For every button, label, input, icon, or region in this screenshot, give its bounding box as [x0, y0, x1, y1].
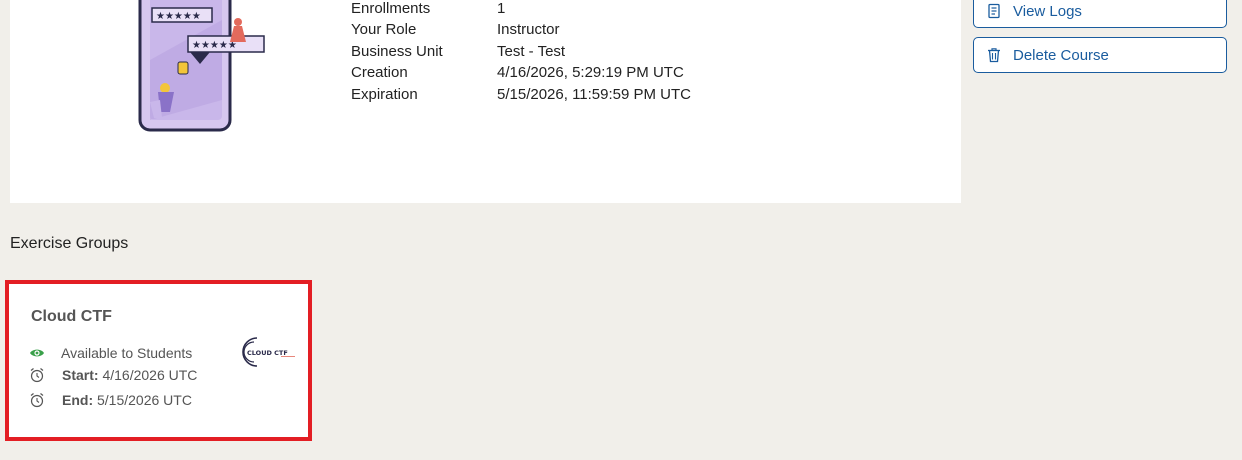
course-illustration-image: ★★★★★ ★★★★★: [138, 0, 265, 132]
info-label: Creation: [351, 64, 408, 81]
exercise-group-card[interactable]: Cloud CTF Available to Students Start: 4…: [5, 280, 312, 441]
delete-course-label: Delete Course: [1013, 47, 1109, 64]
info-label: Enrollments: [351, 0, 431, 17]
cloud-ctf-logo: CLOUD CTF: [242, 337, 295, 367]
course-details-panel: ★★★★★ ★★★★★ Enrollments 1 Your Role Inst…: [10, 0, 961, 203]
info-label: Expiration: [351, 86, 418, 103]
start-value: 4/16/2026 UTC: [102, 367, 198, 383]
info-value: Instructor: [497, 21, 560, 38]
logs-icon: [988, 3, 1000, 19]
info-row-expiration: Expiration 5/15/2026, 11:59:59 PM UTC: [351, 86, 751, 106]
alarm-clock-icon: [30, 393, 44, 408]
start-label: Start:: [62, 367, 99, 383]
availability-text: Available to Students: [61, 345, 193, 361]
info-row-creation: Creation 4/16/2026, 5:29:19 PM UTC: [351, 64, 751, 84]
info-row-business-unit: Business Unit Test - Test: [351, 43, 751, 63]
info-label: Your Role: [351, 21, 417, 38]
info-value: 1: [497, 0, 506, 17]
info-value: 4/16/2026, 5:29:19 PM UTC: [497, 64, 684, 81]
info-value: Test - Test: [497, 43, 566, 60]
delete-course-button[interactable]: Delete Course: [973, 37, 1227, 73]
view-logs-button[interactable]: View Logs: [973, 0, 1227, 28]
info-value: 5/15/2026, 11:59:59 PM UTC: [497, 86, 692, 103]
trash-icon: [988, 48, 1000, 63]
eye-icon: [30, 349, 44, 357]
view-logs-label: View Logs: [1013, 3, 1082, 20]
info-row-enrollments: Enrollments 1: [351, 0, 751, 20]
end-value: 5/15/2026 UTC: [97, 392, 192, 408]
exercise-group-title: Cloud CTF: [31, 308, 112, 325]
alarm-clock-icon: [30, 368, 44, 383]
end-label: End:: [62, 392, 94, 408]
exercise-groups-heading: Exercise Groups: [10, 235, 129, 252]
logo-text: CLOUD CTF: [247, 349, 288, 357]
info-label: Business Unit: [351, 43, 443, 60]
svg-text:★★★★★: ★★★★★: [156, 11, 201, 22]
info-row-role: Your Role Instructor: [351, 21, 751, 41]
